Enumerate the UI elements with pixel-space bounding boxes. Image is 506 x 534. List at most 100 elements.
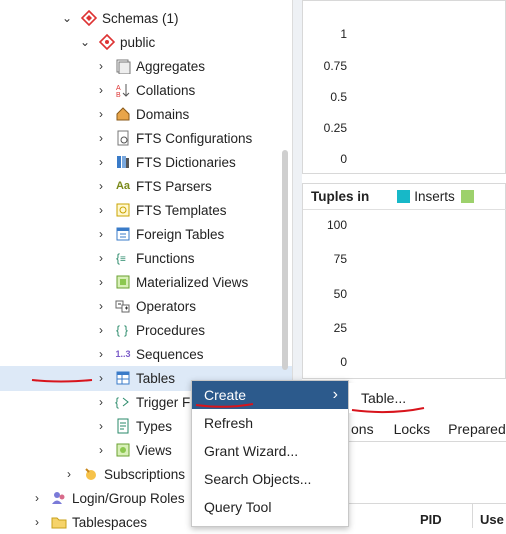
tree-node-tables[interactable]: › Tables [94, 366, 175, 390]
y-tick: 0.75 [323, 59, 347, 73]
chevron-right-icon[interactable]: › [94, 419, 108, 433]
tree-node-tablespaces[interactable]: › Tablespaces [30, 510, 147, 534]
tree-node-views[interactable]: › Views [94, 438, 172, 462]
tree-node-fts-templates[interactable]: › FTS Templates [94, 198, 227, 222]
chevron-right-icon[interactable]: › [94, 203, 108, 217]
y-tick: 0 [340, 152, 347, 166]
chevron-right-icon[interactable]: › [94, 395, 108, 409]
column-pid[interactable]: PID [420, 512, 442, 527]
fts-parsers-icon: Aa [115, 180, 131, 192]
trigger-functions-icon: { [114, 393, 132, 411]
tree-node-collations[interactable]: › AB Collations [94, 78, 195, 102]
chevron-right-icon[interactable]: › [94, 299, 108, 313]
chart-panel-tuples-in: Tuples in Inserts 100 75 50 25 0 [302, 183, 506, 379]
tree-label: Operators [136, 298, 197, 314]
fts-dictionaries-icon [114, 153, 132, 171]
tree-node-login-group-roles[interactable]: › Login/Group Roles [30, 486, 185, 510]
y-tick: 25 [333, 321, 347, 335]
menu-item-grant-wizard[interactable]: Grant Wizard... [192, 437, 348, 465]
tree-node-trigger-functions[interactable]: › { Trigger Fu [94, 390, 198, 414]
tree-label: Functions [136, 250, 195, 266]
svg-text:B: B [116, 92, 121, 98]
tree-scrollbar[interactable] [282, 150, 288, 370]
chevron-right-icon[interactable]: › [94, 347, 108, 361]
y-tick: 1 [340, 27, 347, 41]
tree-node-public[interactable]: ⌄ public [78, 30, 155, 54]
chevron-right-icon[interactable]: › [30, 491, 44, 505]
fts-templates-icon [114, 201, 132, 219]
y-tick: 50 [333, 287, 347, 301]
tree-node-fts-configurations[interactable]: › FTS Configurations [94, 126, 252, 150]
menu-item-search-objects[interactable]: Search Objects... [192, 465, 348, 493]
svg-text:{: { [116, 323, 120, 337]
menu-item-refresh[interactable]: Refresh [192, 409, 348, 437]
tab-sessions[interactable]: ons [349, 417, 384, 441]
tablespaces-icon [50, 513, 68, 531]
chevron-right-icon[interactable]: › [62, 467, 76, 481]
chevron-right-icon[interactable]: › [94, 443, 108, 457]
chevron-down-icon[interactable]: ⌄ [78, 35, 92, 49]
tree-node-functions[interactable]: › {≡ Functions [94, 246, 195, 270]
chevron-right-icon[interactable]: › [94, 155, 108, 169]
menu-item-create[interactable]: Create › [192, 381, 348, 409]
fts-configurations-icon [114, 129, 132, 147]
chevron-right-icon[interactable]: › [94, 83, 108, 97]
context-menu: Create › Refresh Grant Wizard... Search … [191, 380, 349, 527]
submenu-item-table[interactable]: Table... [349, 383, 419, 413]
menu-label: Create [204, 387, 247, 403]
domains-icon [114, 105, 132, 123]
svg-text:}: } [124, 323, 128, 337]
tables-icon [114, 369, 132, 387]
tree-node-types[interactable]: › Types [94, 414, 172, 438]
chevron-right-icon[interactable]: › [94, 59, 108, 73]
y-tick: 100 [326, 218, 347, 232]
chevron-right-icon[interactable]: › [94, 371, 108, 385]
tree-node-sequences[interactable]: › 1..3 Sequences [94, 342, 204, 366]
y-tick: 0.5 [330, 90, 347, 104]
subscriptions-icon [82, 465, 100, 483]
svg-text:A: A [116, 85, 121, 92]
functions-icon: {≡ [114, 249, 132, 267]
y-tick: 75 [333, 252, 347, 266]
tree-node-aggregates[interactable]: › Aggregates [94, 54, 205, 78]
column-user[interactable]: Use [480, 512, 504, 527]
tree-label: Procedures [136, 322, 206, 338]
tree-label: Trigger Fu [136, 394, 198, 410]
tree-node-schemas[interactable]: ⌄ Schemas (1) [60, 6, 179, 30]
schemas-icon [80, 9, 98, 27]
aggregates-icon [114, 57, 132, 75]
chevron-down-icon[interactable]: ⌄ [60, 11, 74, 25]
tree-node-materialized-views[interactable]: › Materialized Views [94, 270, 248, 294]
chevron-right-icon[interactable]: › [94, 323, 108, 337]
chevron-right-icon[interactable]: › [94, 131, 108, 145]
chevron-right-icon[interactable]: › [94, 251, 108, 265]
tree-node-domains[interactable]: › Domains [94, 102, 189, 126]
chevron-right-icon[interactable]: › [94, 107, 108, 121]
svg-text:{: { [115, 395, 119, 409]
tree-label: Sequences [136, 346, 204, 362]
dashboard-tabs: ons Locks Prepared [349, 417, 506, 442]
menu-item-query-tool[interactable]: Query Tool [192, 493, 348, 521]
tree-node-fts-dictionaries[interactable]: › FTS Dictionaries [94, 150, 236, 174]
tab-locks[interactable]: Locks [384, 417, 441, 441]
chart-panel-top: 1 0.75 0.5 0.25 0 [302, 0, 506, 174]
tree-node-subscriptions[interactable]: › Subscriptions [62, 462, 185, 486]
tab-prepared[interactable]: Prepared [440, 417, 506, 441]
legend-label-inserts: Inserts [414, 189, 455, 204]
tree-label: FTS Configurations [136, 130, 253, 146]
chevron-right-icon[interactable]: › [94, 275, 108, 289]
schema-icon [98, 33, 116, 51]
chart-header: Tuples in Inserts [303, 184, 506, 210]
tree-label: Subscriptions [104, 466, 186, 482]
chevron-right-icon[interactable]: › [94, 227, 108, 241]
procedures-icon: {} [114, 321, 132, 339]
tree-label: FTS Dictionaries [136, 154, 236, 170]
tree-node-procedures[interactable]: › {} Procedures [94, 318, 205, 342]
tree-label: Collations [136, 82, 196, 98]
tree-node-fts-parsers[interactable]: › Aa FTS Parsers [94, 174, 212, 198]
tree-node-foreign-tables[interactable]: › Foreign Tables [94, 222, 224, 246]
chevron-right-icon[interactable]: › [94, 179, 108, 193]
tree-node-operators[interactable]: › Operators [94, 294, 196, 318]
roles-icon [50, 489, 68, 507]
materialized-views-icon [114, 273, 132, 291]
